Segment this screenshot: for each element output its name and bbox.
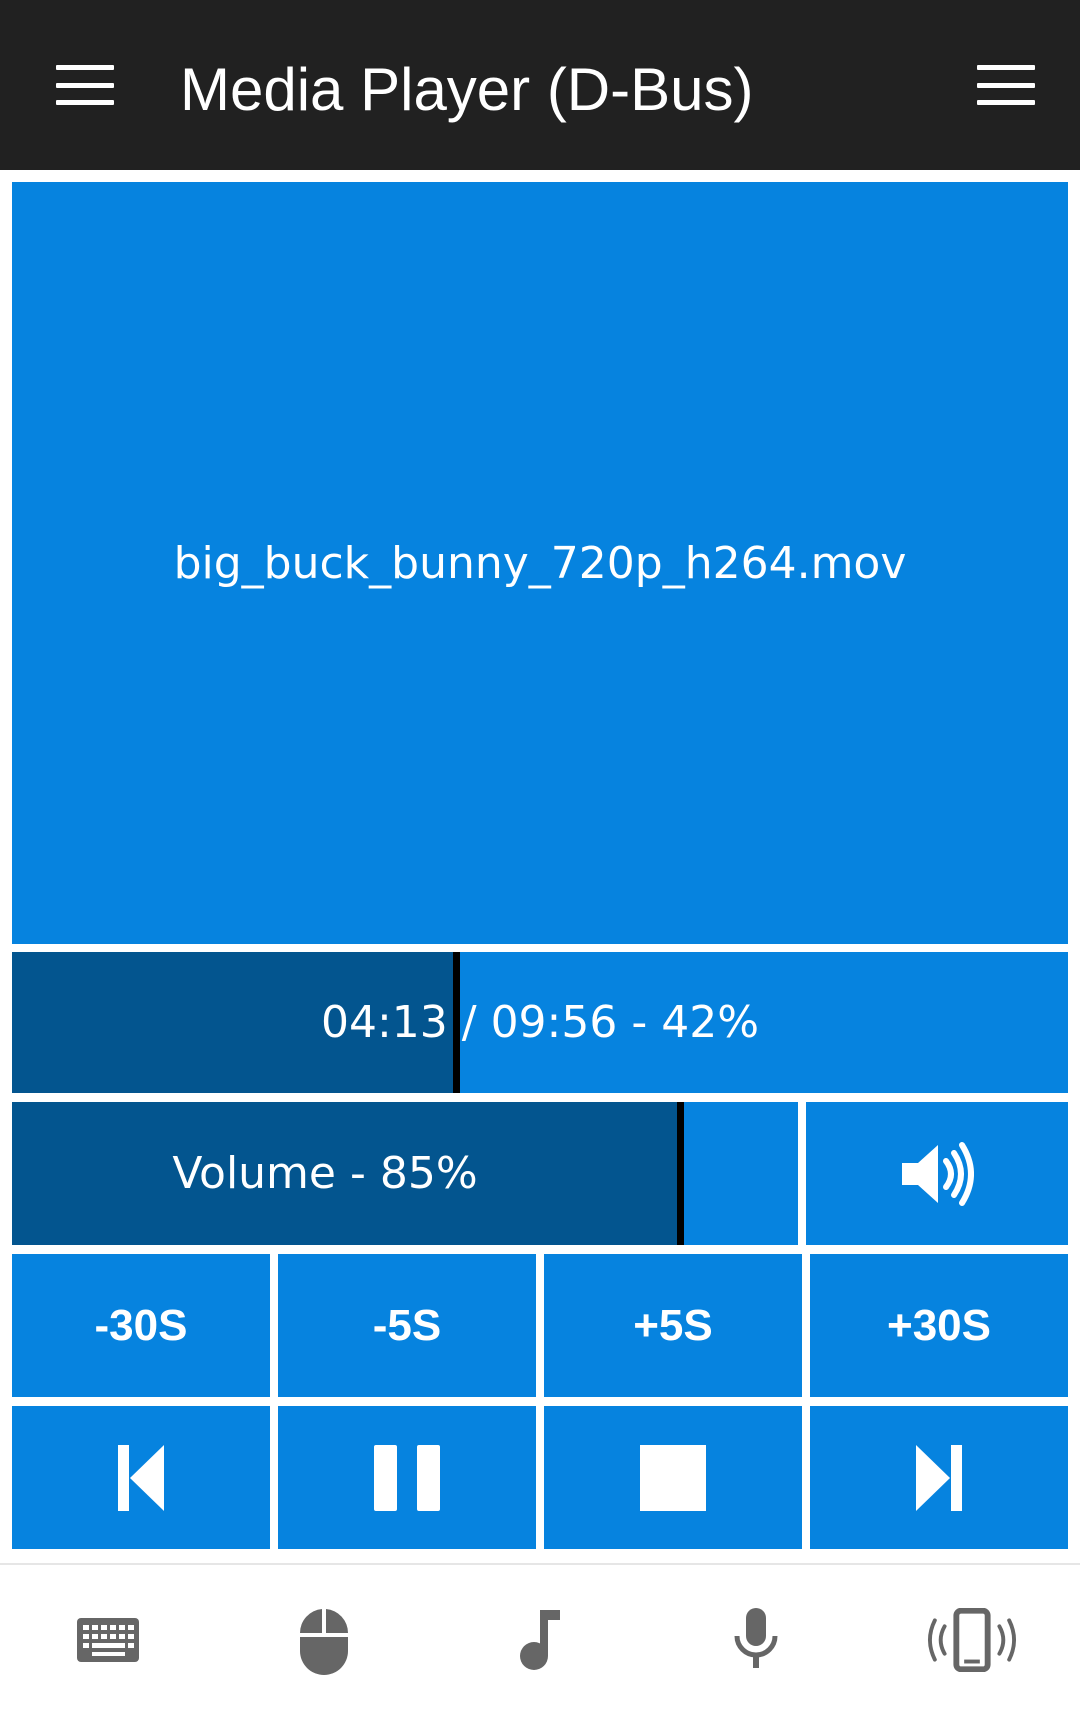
stop-icon <box>640 1444 706 1511</box>
seek-forward-5-button[interactable]: +5S <box>544 1254 802 1397</box>
pause-icon <box>374 1444 440 1511</box>
progress-label: 04:13 / 09:56 - 42% <box>320 997 760 1048</box>
volume-label: Volume - 85% <box>172 1148 478 1199</box>
media-filename: big_buck_bunny_720p_h264.mov <box>173 537 907 589</box>
seek-forward-5-label: +5S <box>633 1300 713 1350</box>
seek-back-30-label: -30S <box>94 1300 188 1350</box>
music-note-icon <box>520 1610 560 1670</box>
previous-button[interactable] <box>12 1406 270 1549</box>
bottom-nav-bar <box>0 1563 1080 1709</box>
app-title: Media Player (D-Bus) <box>180 56 754 123</box>
skip-next-icon <box>916 1444 962 1511</box>
phone-vibrate-icon <box>927 1608 1017 1672</box>
volume-up-icon <box>902 1141 974 1206</box>
pause-button[interactable] <box>278 1406 536 1549</box>
seek-back-5-label: -5S <box>372 1300 442 1350</box>
mouse-tab[interactable] <box>279 1595 369 1685</box>
skip-previous-icon <box>118 1444 164 1511</box>
hamburger-menu-icon[interactable] <box>56 65 114 105</box>
playback-progress-bar[interactable]: 04:13 / 09:56 - 42% <box>12 952 1068 1093</box>
media-display[interactable]: big_buck_bunny_720p_h264.mov <box>12 182 1068 944</box>
stop-button[interactable] <box>544 1406 802 1549</box>
seek-forward-30-label: +30S <box>887 1300 991 1350</box>
keyboard-tab[interactable] <box>63 1595 153 1685</box>
app-bar: Media Player (D-Bus) <box>0 0 1080 170</box>
microphone-tab[interactable] <box>711 1595 801 1685</box>
device-tab[interactable] <box>927 1595 1017 1685</box>
seek-back-30-button[interactable]: -30S <box>12 1254 270 1397</box>
seek-back-5-button[interactable]: -5S <box>278 1254 536 1397</box>
seek-forward-30-button[interactable]: +30S <box>810 1254 1068 1397</box>
next-button[interactable] <box>810 1406 1068 1549</box>
volume-slider[interactable]: Volume - 85% <box>12 1102 798 1245</box>
keyboard-icon <box>77 1618 139 1662</box>
mute-button[interactable] <box>806 1102 1068 1245</box>
mouse-icon <box>299 1609 349 1675</box>
microphone-icon <box>734 1608 778 1668</box>
volume-marker[interactable] <box>677 1102 685 1245</box>
music-tab[interactable] <box>495 1595 585 1685</box>
options-menu-icon[interactable] <box>977 65 1035 105</box>
